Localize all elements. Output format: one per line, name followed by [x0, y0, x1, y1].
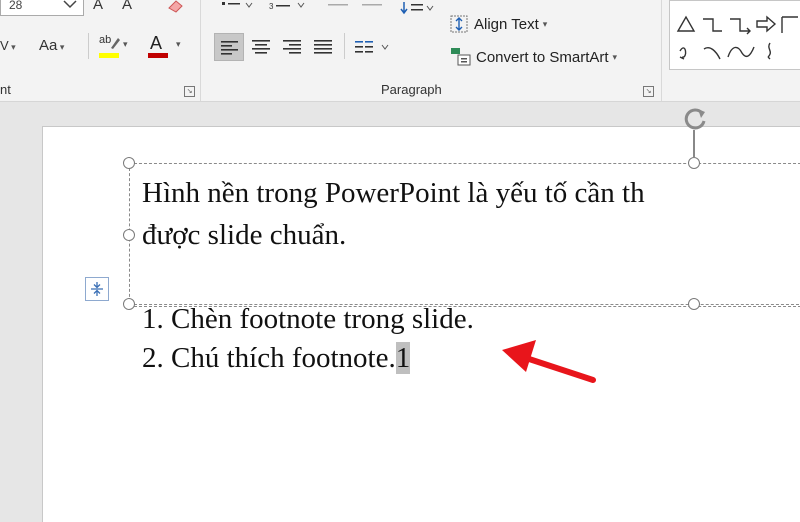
list-item-2-text: 2. Chú thích footnote.	[142, 342, 396, 374]
increase-indent-icon[interactable]	[360, 0, 386, 10]
numbering-icon[interactable]: 3	[268, 0, 308, 12]
paragraph-dialog-launcher-icon[interactable]: ↘	[643, 86, 654, 97]
font-color-button[interactable]: A ▾	[146, 33, 190, 60]
resize-handle-bottom-middle[interactable]	[688, 298, 700, 310]
rotate-handle-icon[interactable]	[680, 104, 710, 134]
resize-handle-middle-left[interactable]	[123, 229, 135, 241]
font-color-bar	[148, 53, 168, 58]
font-size-value: 28	[9, 0, 23, 12]
footnote-marker[interactable]: 1	[395, 342, 411, 374]
align-text-button[interactable]: Align Text ▾	[450, 15, 547, 33]
align-left-icon	[221, 41, 238, 55]
rotate-handle-stem	[693, 130, 695, 158]
font-color-label: A	[150, 33, 163, 53]
annotation-arrow-icon	[502, 340, 596, 383]
list-item-1: 1. Chèn footnote trong slide.	[142, 303, 474, 335]
svg-text:3: 3	[269, 2, 274, 11]
font-size-box[interactable]: 28	[0, 0, 84, 16]
font-group-label: nt	[0, 82, 11, 97]
line-spacing-icon[interactable]	[400, 0, 436, 16]
separator-vertical	[88, 33, 89, 59]
highlighter-icon	[111, 38, 120, 49]
align-left-button[interactable]	[214, 33, 244, 61]
resize-handle-top-left[interactable]	[123, 157, 135, 169]
paragraph-line-2: được slide chuẩn.	[142, 219, 347, 251]
list-item-2: 2. Chú thích footnote.1	[142, 339, 411, 377]
layout-options-icon	[91, 282, 103, 296]
font-dialog-launcher-icon[interactable]: ↘	[184, 86, 195, 97]
grow-font-button[interactable]: A	[93, 0, 103, 13]
highlight-color-bar	[99, 53, 119, 58]
align-text-icon	[450, 15, 468, 33]
change-case-button[interactable]: Aa ▾	[39, 37, 64, 54]
character-spacing-button[interactable]: V ▾	[0, 38, 16, 53]
paragraph-line-1: Hình nền trong PowerPoint là yếu tố cần …	[142, 177, 645, 209]
ribbon: 28 A A V ▾ Aa ▾ ab ▾ A ▾ nt ↘ 3 Align Te…	[0, 0, 800, 102]
smartart-icon	[451, 48, 471, 66]
resize-handle-top-middle[interactable]	[688, 157, 700, 169]
align-right-icon[interactable]	[283, 40, 301, 54]
shapes-gallery[interactable]	[669, 0, 800, 70]
shapes-gallery-icon	[676, 15, 798, 60]
eraser-icon[interactable]	[166, 0, 186, 14]
change-case-label: Aa	[39, 37, 58, 54]
bullets-icon[interactable]	[220, 0, 256, 12]
convert-smartart-label: Convert to SmartArt	[476, 48, 609, 66]
paragraph-group-label: Paragraph	[381, 82, 442, 97]
columns-icon[interactable]	[355, 40, 393, 54]
layout-options-button[interactable]	[85, 277, 109, 301]
convert-to-smartart-button[interactable]: Convert to SmartArt ▾	[450, 47, 617, 67]
highlight-button[interactable]: ab ▾	[97, 34, 129, 60]
align-text-label: Align Text	[474, 15, 539, 33]
chevron-down-icon	[63, 0, 77, 9]
separator-vertical	[344, 33, 345, 59]
decrease-indent-icon[interactable]	[326, 0, 352, 10]
group-separator	[661, 0, 662, 101]
align-center-icon[interactable]	[252, 40, 270, 54]
group-separator	[200, 0, 201, 101]
resize-handle-bottom-left[interactable]	[123, 298, 135, 310]
justify-icon[interactable]	[314, 40, 332, 54]
shrink-font-button[interactable]: A	[122, 0, 132, 13]
